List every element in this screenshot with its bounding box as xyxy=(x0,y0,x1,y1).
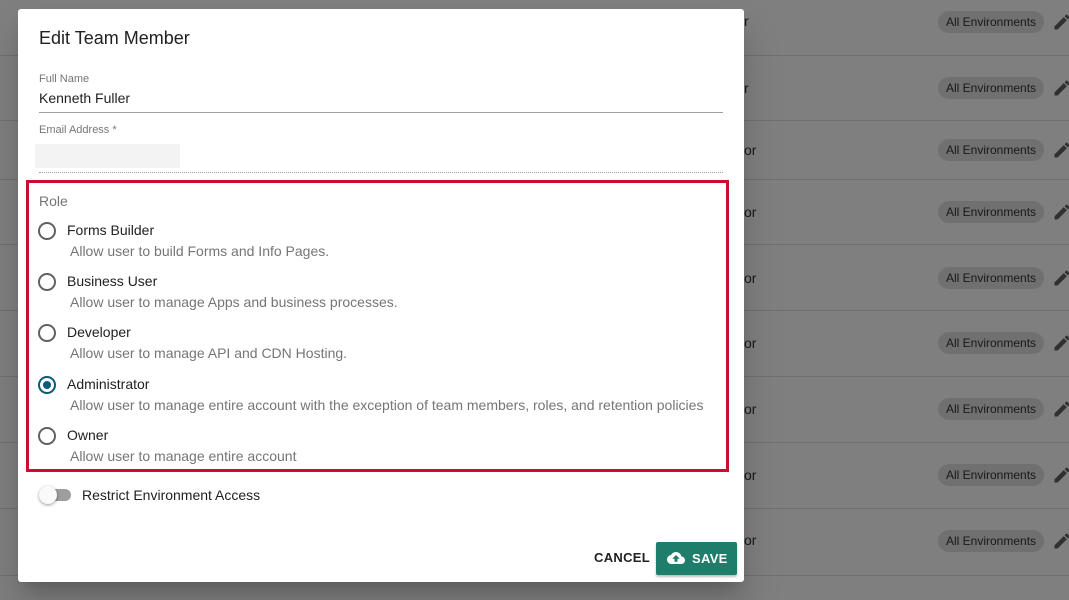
radio-unchecked-icon[interactable] xyxy=(38,324,56,342)
role-option-description: Allow user to manage entire account with… xyxy=(70,397,704,413)
email-label: Email Address * xyxy=(39,124,117,136)
role-legend: Role xyxy=(39,193,68,209)
email-field[interactable]: Email Address * xyxy=(35,124,723,173)
email-redacted-value xyxy=(35,144,180,168)
restrict-environment-label: Restrict Environment Access xyxy=(82,487,261,503)
role-option-description: Allow user to manage API and CDN Hosting… xyxy=(70,345,348,361)
role-option-label: Administrator xyxy=(67,376,150,392)
full-name-field[interactable]: Full Name Kenneth Fuller xyxy=(39,73,723,113)
full-name-underline xyxy=(39,112,723,113)
role-option-description: Allow user to manage entire account xyxy=(70,448,297,464)
toggle-thumb[interactable] xyxy=(39,486,57,504)
email-underline xyxy=(39,172,723,173)
radio-unchecked-icon[interactable] xyxy=(38,427,56,445)
role-option-label: Owner xyxy=(67,427,109,443)
full-name-input[interactable]: Kenneth Fuller xyxy=(39,90,723,108)
save-button-label: SAVE xyxy=(692,551,728,566)
role-option-description: Allow user to build Forms and Info Pages… xyxy=(70,243,330,259)
cancel-button[interactable]: CANCEL xyxy=(584,542,660,574)
edit-team-member-dialog: Edit Team Member Full Name Kenneth Fulle… xyxy=(18,9,744,582)
radio-unchecked-icon[interactable] xyxy=(38,273,56,291)
radio-checked-icon[interactable] xyxy=(38,376,56,394)
cloud-upload-icon xyxy=(667,552,685,564)
role-option-label: Developer xyxy=(67,324,131,340)
save-button[interactable]: SAVE xyxy=(656,542,737,575)
role-option-description: Allow user to manage Apps and business p… xyxy=(70,294,398,310)
radio-unchecked-icon[interactable] xyxy=(38,222,56,240)
role-option-label: Forms Builder xyxy=(67,222,155,238)
dialog-title: Edit Team Member xyxy=(39,28,190,48)
role-option-label: Business User xyxy=(67,273,158,289)
full-name-label: Full Name xyxy=(39,73,90,85)
